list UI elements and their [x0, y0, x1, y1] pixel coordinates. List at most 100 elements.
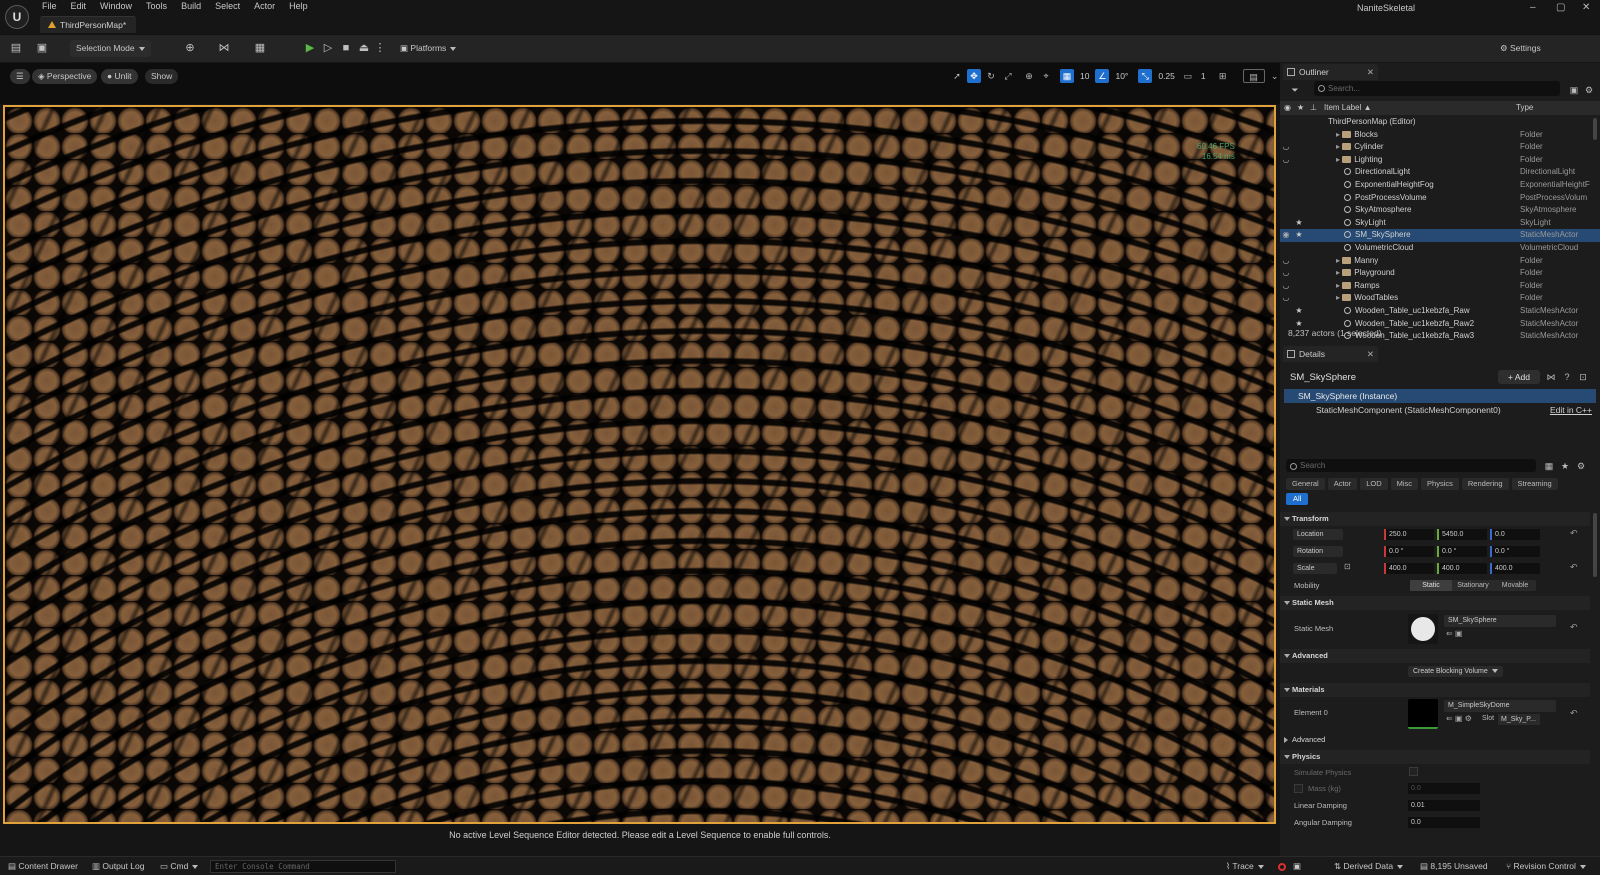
scale-snap-value[interactable]: 0.25 [1155, 69, 1178, 83]
menu-select[interactable]: Select [215, 1, 240, 11]
mobility-movable[interactable]: Movable [1494, 580, 1536, 591]
transform-section[interactable]: Transform [1280, 512, 1590, 526]
rotation-snap-icon[interactable]: ∠ [1095, 69, 1110, 83]
visibility-icon[interactable]: ◡ [1280, 154, 1292, 167]
angular-damping-field[interactable]: 0.0 [1408, 817, 1480, 828]
material-thumbnail[interactable] [1408, 699, 1438, 729]
content-drawer-button[interactable]: ▤ Content Drawer [8, 860, 78, 873]
visibility-icon[interactable]: ◡ [1280, 141, 1292, 154]
camera-speed-value[interactable]: 1 [1198, 69, 1209, 83]
minimize-button[interactable]: – [1530, 2, 1536, 13]
layout-icon[interactable]: ▤ [1242, 69, 1265, 83]
blueprint-icon[interactable]: ⋈ [218, 42, 230, 54]
star-icon[interactable]: ★ [1292, 229, 1306, 242]
item-label-column[interactable]: Item Label ▲ [1324, 101, 1372, 115]
component-row[interactable]: StaticMeshComponent (StaticMeshComponent… [1284, 403, 1596, 417]
derived-data-button[interactable]: ⇅ Derived Data [1334, 860, 1404, 873]
unsaved-button[interactable]: ▤ 8,195 Unsaved [1420, 860, 1488, 873]
location-x-field[interactable]: 250.0 [1384, 529, 1434, 540]
outliner-row[interactable]: ◡ ▸ Manny Folder [1280, 255, 1600, 268]
menu-help[interactable]: Help [289, 1, 308, 11]
blueprint-icon[interactable]: ⋈ [1544, 370, 1558, 384]
outliner-row[interactable]: ◡ ▸ Cylinder Folder [1280, 141, 1600, 154]
star-icon[interactable] [1292, 255, 1306, 268]
help-icon[interactable]: ? [1560, 370, 1574, 384]
settings-dropdown[interactable]: ⚙ Settings [1500, 40, 1541, 57]
edit-cpp-link[interactable]: Edit in C++ [1550, 403, 1592, 417]
visibility-icon[interactable] [1280, 217, 1292, 230]
mobility-static[interactable]: Static [1410, 580, 1452, 591]
tab-streaming[interactable]: Streaming [1511, 478, 1558, 490]
tab-rendering[interactable]: Rendering [1461, 478, 1509, 490]
trace-dropdown[interactable]: ⌇ Trace [1226, 860, 1264, 873]
material-dropdown[interactable]: M_SimpleSkyDome [1444, 700, 1556, 712]
rotation-y-field[interactable]: 0.0 ° [1437, 546, 1487, 557]
menu-tools[interactable]: Tools [146, 1, 167, 11]
outliner-row[interactable]: DirectionalLight DirectionalLight [1280, 166, 1600, 179]
star-icon[interactable] [1292, 204, 1306, 217]
camera-speed-icon[interactable]: ▭ [1181, 69, 1195, 83]
create-blocking-volume-button[interactable]: Create Blocking Volume [1408, 666, 1503, 677]
star-icon[interactable] [1292, 242, 1306, 255]
outliner-row[interactable]: ThirdPersonMap (Editor) [1280, 116, 1600, 129]
mass-override-checkbox[interactable] [1294, 784, 1303, 793]
star-icon[interactable] [1292, 292, 1306, 305]
eye-icon[interactable]: ◉ [1284, 101, 1291, 115]
location-z-field[interactable]: 0.0 [1490, 529, 1540, 540]
tab-general[interactable]: General [1286, 478, 1325, 490]
use-selected-icon[interactable]: ⇐ ▣ [1446, 629, 1462, 638]
rotation-x-field[interactable]: 0.0 ° [1384, 546, 1434, 557]
selection-mode-dropdown[interactable]: Selection Mode [70, 40, 151, 57]
translate-tool-icon[interactable]: ✥ [967, 69, 981, 83]
reset-icon[interactable]: ↶ [1570, 708, 1578, 719]
linear-damping-field[interactable]: 0.01 [1408, 800, 1480, 811]
visibility-icon[interactable] [1280, 192, 1292, 205]
star-icon[interactable] [1292, 141, 1306, 154]
tab-physics[interactable]: Physics [1421, 478, 1459, 490]
simulate-physics-checkbox[interactable] [1409, 767, 1418, 776]
grid-snap-icon[interactable]: ▦ [1060, 69, 1074, 83]
close-window-button[interactable]: ✕ [1582, 2, 1590, 13]
rotation-dropdown[interactable]: Rotation [1293, 546, 1343, 557]
menu-file[interactable]: File [42, 1, 57, 11]
outliner-row[interactable]: ★ SkyLight SkyLight [1280, 217, 1600, 230]
surface-snap-icon[interactable]: ⌖ [1039, 69, 1053, 83]
outliner-row[interactable]: VolumetricCloud VolumetricCloud [1280, 242, 1600, 255]
static-mesh-dropdown[interactable]: SM_SkySphere [1444, 615, 1556, 627]
output-log-button[interactable]: ▥ Output Log [92, 860, 144, 873]
tab-all[interactable]: All [1286, 493, 1309, 505]
material-actions-icon[interactable]: ⇐ ▣ ⚙ [1446, 714, 1472, 723]
star-icon[interactable] [1292, 129, 1306, 142]
rotation-z-field[interactable]: 0.0 ° [1490, 546, 1540, 557]
star-icon[interactable]: ★ [1558, 459, 1572, 473]
scale-z-field[interactable]: 400.0 [1490, 563, 1540, 574]
select-tool-icon[interactable]: ➚ [950, 69, 964, 83]
outliner-row[interactable]: SkyAtmosphere SkyAtmosphere [1280, 204, 1600, 217]
tab-actor[interactable]: Actor [1327, 478, 1358, 490]
mobility-stationary[interactable]: Stationary [1452, 580, 1494, 591]
outliner-row[interactable]: ◡ ▸ Playground Folder [1280, 267, 1600, 280]
eject-icon[interactable]: ⏏ [358, 42, 370, 54]
visibility-icon[interactable]: ◉ [1280, 229, 1292, 242]
star-icon[interactable] [1292, 192, 1306, 205]
mass-field[interactable]: 0.0 [1408, 783, 1480, 794]
star-icon[interactable]: ★ [1292, 217, 1306, 230]
pin-icon[interactable]: ⊥ [1310, 101, 1317, 115]
scale-dropdown[interactable]: Scale [1293, 563, 1337, 574]
rotation-snap-value[interactable]: 10° [1112, 69, 1131, 83]
menu-window[interactable]: Window [100, 1, 132, 11]
play-options-icon[interactable]: ⋮ [374, 42, 386, 54]
content-browse-icon[interactable]: ▣ [36, 42, 48, 54]
filter-icon[interactable]: ⏷ [1288, 83, 1302, 97]
slot-field[interactable]: M_Sky_P... [1498, 714, 1540, 725]
level-viewport[interactable] [3, 105, 1276, 824]
rotate-tool-icon[interactable]: ↻ [984, 69, 998, 83]
physics-section[interactable]: Physics [1280, 750, 1590, 764]
menu-build[interactable]: Build [181, 1, 201, 11]
advanced-materials-section[interactable]: Advanced [1280, 733, 1590, 747]
scale-snap-icon[interactable]: ⤡ [1138, 69, 1153, 83]
location-dropdown[interactable]: Location [1293, 529, 1343, 540]
outliner-row[interactable]: ExponentialHeightFog ExponentialHeightF [1280, 179, 1600, 192]
add-component-button[interactable]: + Add [1498, 370, 1540, 384]
lock-icon[interactable]: ⊡ [1344, 562, 1351, 571]
